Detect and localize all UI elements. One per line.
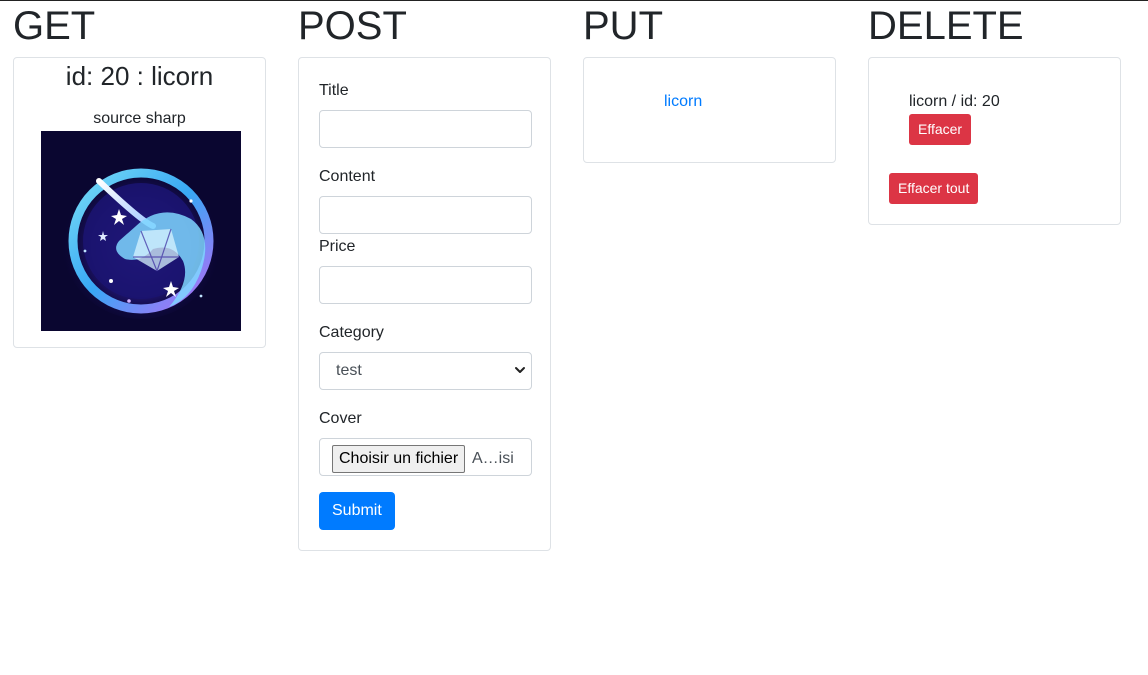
file-status-text: A…isi: [472, 450, 514, 467]
title-label: Title: [319, 82, 349, 99]
post-form-card: Title Content Price Category test Cover …: [298, 57, 551, 551]
category-label: Category: [319, 324, 384, 341]
put-card: licorn: [583, 57, 836, 163]
delete-heading: DELETE: [868, 4, 1024, 48]
chevron-down-icon: [515, 367, 525, 373]
get-source-label: source sharp: [93, 110, 186, 127]
delete-card: licorn / id: 20 Effacer Effacer tout: [868, 57, 1121, 225]
content-label: Content: [319, 168, 376, 185]
category-selected-value: test: [336, 362, 362, 379]
put-heading: PUT: [583, 4, 663, 48]
post-heading: POST: [298, 4, 407, 48]
get-heading: GET: [13, 4, 96, 48]
delete-all-button[interactable]: Effacer tout: [889, 173, 979, 204]
content-input[interactable]: [319, 196, 532, 234]
delete-button[interactable]: Effacer: [909, 114, 972, 145]
cover-file-input: Choisir un fichier A…isi: [319, 438, 532, 476]
price-label: Price: [319, 238, 356, 255]
choose-file-button[interactable]: Choisir un fichier: [332, 445, 466, 473]
submit-button[interactable]: Submit: [319, 492, 395, 530]
unicorn-logo-image: [41, 131, 241, 331]
get-card: id: 20 : licorn source sharp: [13, 57, 266, 348]
title-input[interactable]: [319, 110, 532, 148]
put-item-link[interactable]: licorn: [664, 92, 702, 112]
category-select[interactable]: test: [319, 352, 532, 390]
unicorn-icon: [41, 131, 241, 331]
delete-item-text: licorn / id: 20: [909, 93, 1000, 110]
price-input[interactable]: [319, 266, 532, 304]
cover-label: Cover: [319, 410, 362, 427]
get-item-title: id: 20 : licorn: [65, 61, 214, 91]
top-border-line: [0, 0, 1148, 1]
